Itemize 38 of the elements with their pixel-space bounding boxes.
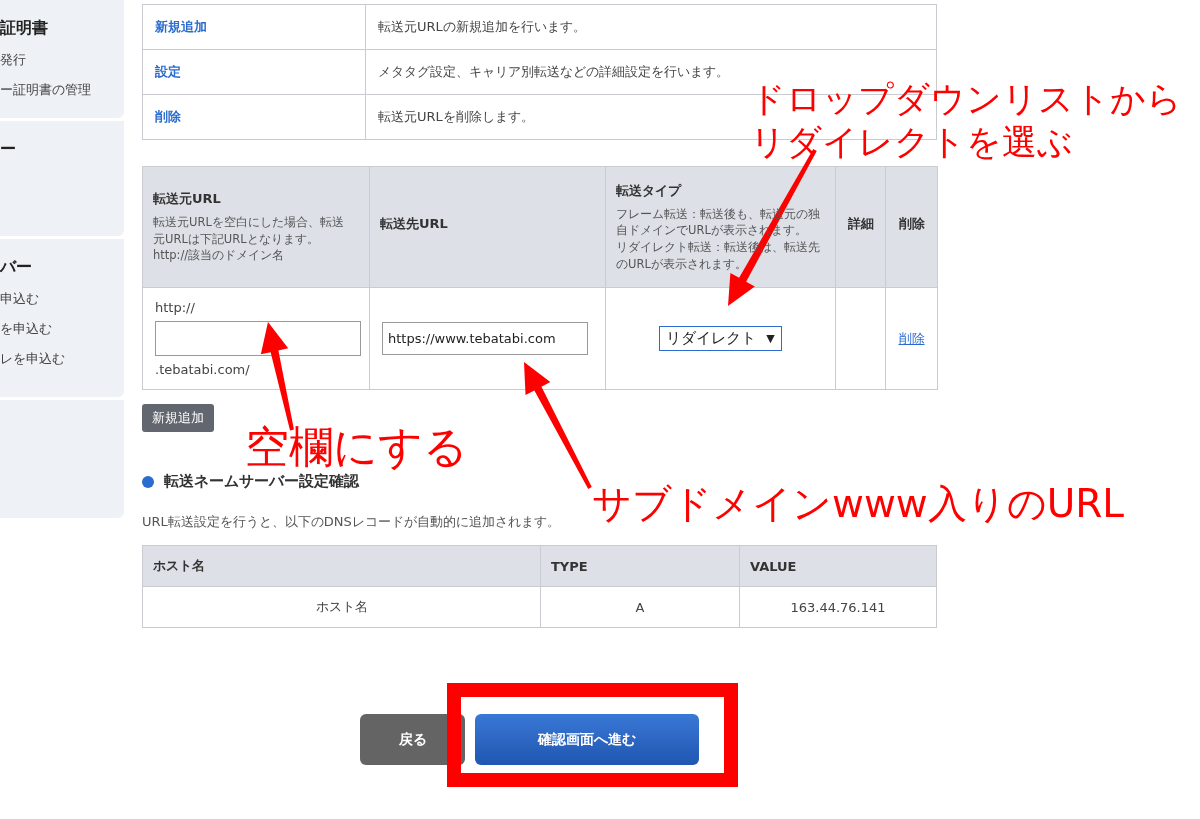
source-url-field[interactable] (155, 321, 361, 356)
annotation-text: サブドメインwww入りのURL (592, 480, 1125, 528)
section-description: URL転送設定を行うと、以下のDNSレコードが自動的に追加されます。 (142, 513, 561, 531)
add-button[interactable]: 新規追加 (142, 404, 214, 432)
bullet-icon (142, 475, 154, 488)
sidebar-title: ー (0, 139, 17, 160)
target-url-field[interactable]: https://www.tebatabi.com (382, 322, 588, 355)
column-header: ホスト名 (142, 545, 541, 587)
table-cell: 163.44.76.141 (739, 586, 937, 628)
sidebar-item[interactable]: レを申込む (0, 350, 124, 368)
action-name: 削除 (142, 94, 366, 140)
confirm-button[interactable]: 確認画面へ進む (475, 714, 699, 765)
column-header: 詳細 (835, 166, 886, 288)
column-header: VALUE (739, 545, 937, 587)
annotation-text: 空欄にする (245, 420, 468, 473)
column-header: 転送先URL (369, 166, 606, 288)
url-prefix: http:// (155, 300, 195, 315)
table-cell: ホスト名 (142, 586, 541, 628)
table-cell: A (540, 586, 740, 628)
domain-suffix: .tebatabi.com/ (155, 362, 250, 377)
action-name: 新規追加 (142, 4, 366, 50)
action-description: 転送元URLの新規追加を行います。 (365, 4, 937, 50)
column-header: 転送元URL 転送元URLを空白にした場合、転送 元URLは下記URLとなります。 http://該当のドメイン名 (142, 166, 370, 288)
sidebar-item[interactable]: 発行 (0, 51, 124, 69)
sidebar-item[interactable]: ー証明書の管理 (0, 81, 124, 99)
type-dropdown[interactable]: リダイレクト ▼ (659, 326, 782, 351)
sidebar-item[interactable]: を申込む (0, 320, 124, 338)
action-name: 設定 (142, 49, 366, 95)
sidebar-title: 証明書 (0, 18, 49, 39)
dropdown-arrow: ▼ (766, 332, 775, 345)
column-header: 削除 (885, 166, 938, 288)
delete-link[interactable]: 削除 (898, 330, 925, 346)
section-heading: 転送ネームサーバー設定確認 (164, 472, 359, 491)
annotation-text: リダイレクトを選ぶ (750, 120, 1073, 164)
sidebar-title: バー (0, 257, 33, 278)
column-header: TYPE (540, 545, 740, 587)
arrow-icon (524, 362, 592, 489)
sidebar-item[interactable]: 申込む (0, 290, 124, 308)
